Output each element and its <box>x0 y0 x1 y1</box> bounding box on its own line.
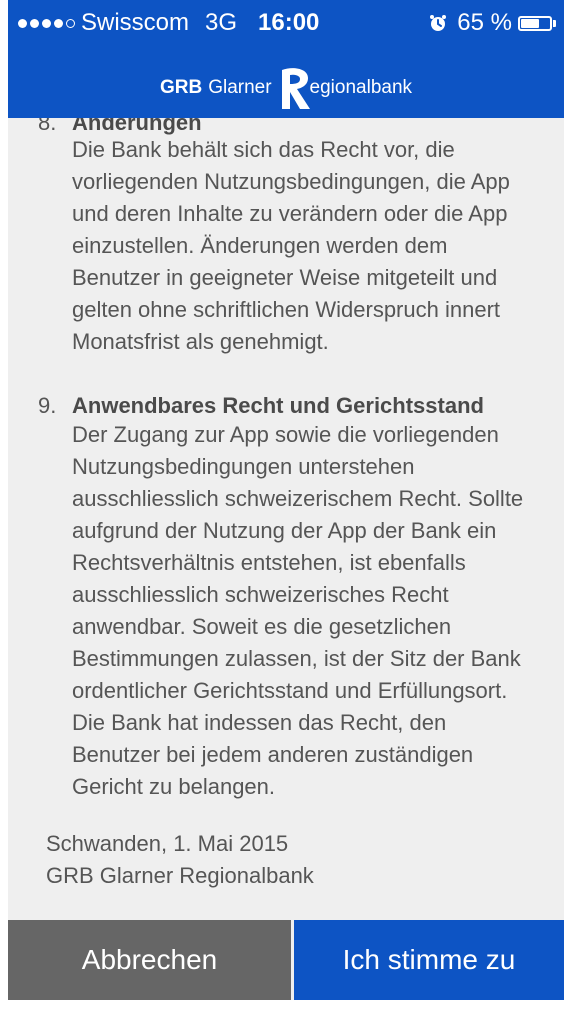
app-screen: Swisscom 3G 16:00 65 % GRB Glarner egion… <box>8 0 564 1000</box>
status-bar: Swisscom 3G 16:00 65 % <box>8 0 564 44</box>
section-line: Benutzer in geeigneter Weise mitgeteilt … <box>72 265 498 290</box>
place-date: Schwanden, 1. Mai 2015 <box>46 831 289 856</box>
section-line: ausschliesslich schweizerischem Recht. S… <box>72 486 524 511</box>
section-body: Der Zugang zur App sowie die vorliegende… <box>72 419 552 803</box>
signal-dot <box>42 18 51 28</box>
section-line: einzustellen. Änderungen werden dem <box>72 233 448 258</box>
section-title: Anwendbares Recht und Gerichtsstand <box>72 393 484 418</box>
section-body: Die Bank behält sich das Recht vor, die v… <box>72 134 552 358</box>
section-line: Benutzer bei jedem anderen zuständigen <box>72 742 474 767</box>
cancel-button[interactable]: Abbrechen <box>8 920 291 1000</box>
section-line: ausschliesslich schweizerisches Recht <box>72 582 449 607</box>
alarm-clock-icon <box>430 15 447 31</box>
battery-icon <box>518 15 556 31</box>
bank-logo: GRB Glarner egionalbank <box>8 66 564 110</box>
section-line: anwendbar. Soweit es die gesetzlichen <box>72 614 452 639</box>
action-bar: Abbrechen Ich stimme zu <box>8 920 564 1000</box>
logo-name: Glarner <box>208 77 272 98</box>
agree-button[interactable]: Ich stimme zu <box>294 920 564 1000</box>
network-type: 3G <box>205 9 238 36</box>
section-line: Monatsfrist als genehmigt. <box>72 329 329 354</box>
section-line: Die Bank behält sich das Recht vor, die <box>72 137 455 162</box>
section-line: ordentlicher Gerichtsstand und Erfüllung… <box>72 678 508 703</box>
section-line: aufgrund der Nutzung der App der Bank ei… <box>72 518 497 543</box>
section-line: vorliegenden Nutzungsbedingungen, die Ap… <box>72 169 510 194</box>
battery-level <box>521 18 540 28</box>
battery-percentage: 65 % <box>457 9 512 36</box>
terms-content[interactable]: 8. Änderungen Die Bank behält sich das R… <box>8 118 564 918</box>
section-line: und deren Inhalte zu verändern oder die … <box>72 201 508 226</box>
signal-dot <box>54 18 63 28</box>
signal-dot <box>66 18 75 28</box>
section-line: Rechtsverhältnis entstehen, ist ebenfall… <box>72 550 466 575</box>
signal-dot <box>30 18 39 28</box>
carrier-name: Swisscom <box>81 9 190 36</box>
section-line: Die Bank hat indessen das Recht, den <box>72 710 447 735</box>
section-line: gelten ohne schriftlichen Widerspruch in… <box>72 297 501 322</box>
section-line: Der Zugang zur App sowie die vorliegende… <box>72 422 499 447</box>
signal-strength-icon <box>18 18 75 28</box>
logo-r-icon <box>281 68 310 109</box>
header: Swisscom 3G 16:00 65 % GRB Glarner egion… <box>8 0 564 118</box>
section-line: Gericht zu belangen. <box>72 774 276 799</box>
section-number: 9. <box>38 393 57 418</box>
logo-name-rest: egionalbank <box>309 77 413 98</box>
section-number: 8. <box>38 118 57 135</box>
section-line: Nutzungsbedingungen unterstehen <box>72 454 415 479</box>
bank-signature: GRB Glarner Regionalbank <box>46 863 314 888</box>
section-line: Bestimmungen zulassen, ist der Sitz der … <box>72 646 521 671</box>
signal-dot <box>18 18 27 28</box>
clock: 16:00 <box>258 9 320 36</box>
logo-abbreviation: GRB <box>159 77 203 98</box>
